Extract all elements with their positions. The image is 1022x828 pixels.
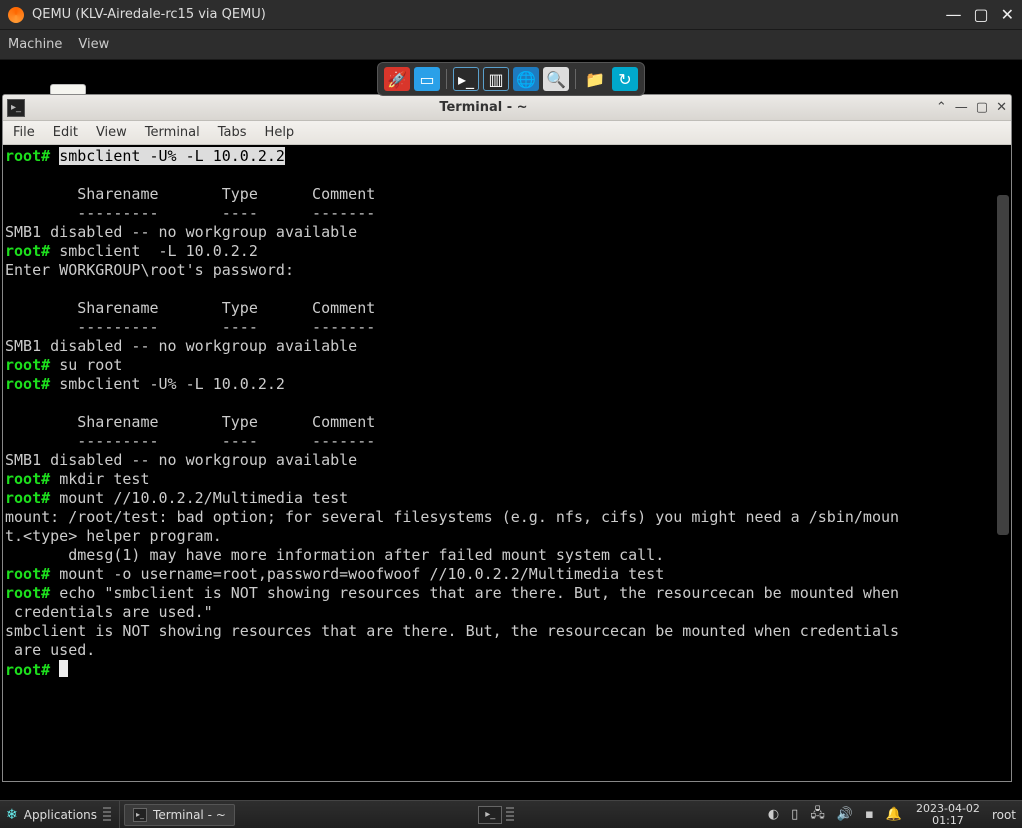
panel-launcher-terminal-icon[interactable]: ▸_ xyxy=(478,806,502,824)
terminal-close-button[interactable]: ✕ xyxy=(996,100,1007,115)
terminal-menu-terminal[interactable]: Terminal xyxy=(145,125,200,140)
system-tray[interactable]: ◐ ▯ 🖧 🔊 ▪ 🔔 xyxy=(760,804,910,826)
dock[interactable]: 🚀 ▭ ▸_ ▥ 🌐 🔍 📁 ↻ xyxy=(377,62,645,96)
terminal-menu-edit[interactable]: Edit xyxy=(53,125,78,140)
dock-network-icon[interactable]: 🌐 xyxy=(513,67,539,91)
tray-notifications-icon[interactable]: 🔔 xyxy=(886,807,902,822)
close-button[interactable]: ✕ xyxy=(1001,5,1014,24)
launcher-icon[interactable]: 🚀 xyxy=(384,67,410,91)
minimize-button[interactable]: — xyxy=(945,5,961,24)
qemu-window-title: QEMU (KLV-Airedale-rc15 via QEMU) xyxy=(32,7,945,22)
tray-volume-icon[interactable]: 🔊 xyxy=(837,807,853,822)
tray-battery-icon[interactable]: ▯ xyxy=(791,807,798,822)
terminal-menu-help[interactable]: Help xyxy=(265,125,295,140)
terminal-menu-file[interactable]: File xyxy=(13,125,35,140)
tray-cpu-icon[interactable]: ▪ xyxy=(865,807,874,822)
panel-date: 2023-04-02 xyxy=(916,803,980,815)
dock-panel-icon[interactable]: ▥ xyxy=(483,67,509,91)
terminal-menu-view[interactable]: View xyxy=(96,125,127,140)
dock-terminal-icon[interactable]: ▸_ xyxy=(453,67,479,91)
panel-user-label[interactable]: root xyxy=(986,808,1022,822)
terminal-menu-tabs[interactable]: Tabs xyxy=(218,125,247,140)
applications-menu-label: Applications xyxy=(24,808,97,822)
menu-machine[interactable]: Machine xyxy=(8,37,62,52)
task-terminal-label: Terminal - ~ xyxy=(153,808,226,822)
terminal-window-title: Terminal - ~ xyxy=(31,100,936,115)
panel-time: 01:17 xyxy=(916,815,980,827)
terminal-maximize-button[interactable]: ▢ xyxy=(976,100,988,115)
tray-network-icon[interactable]: 🖧 xyxy=(810,804,825,826)
task-terminal-icon: ▸_ xyxy=(133,808,147,822)
qemu-logo-icon xyxy=(8,7,24,23)
menu-view[interactable]: View xyxy=(78,37,109,52)
terminal-output[interactable]: root# smbclient -U% -L 10.0.2.2 Sharenam… xyxy=(3,145,1011,781)
dock-session-icon[interactable]: ↻ xyxy=(612,67,638,91)
dock-files-icon[interactable]: 📁 xyxy=(582,67,608,91)
terminal-minimize-button[interactable]: — xyxy=(955,100,968,115)
panel-grip-icon xyxy=(103,807,111,823)
panel-grip-icon xyxy=(506,807,514,823)
terminal-app-icon: ▸_ xyxy=(7,99,25,117)
terminal-scrollbar[interactable] xyxy=(997,195,1009,773)
terminal-window[interactable]: ▸_ Terminal - ~ ⌃ — ▢ ✕ File Edit View T… xyxy=(2,94,1012,782)
applications-menu-button[interactable]: ❄ Applications xyxy=(0,801,120,828)
taskbar[interactable]: ❄ Applications ▸_ Terminal - ~ ▸_ ◐ ▯ 🖧 … xyxy=(0,800,1022,828)
panel-clock[interactable]: 2023-04-02 01:17 xyxy=(910,803,986,827)
applications-menu-icon: ❄ xyxy=(6,807,18,823)
terminal-cursor xyxy=(59,660,68,677)
maximize-button[interactable]: ▢ xyxy=(973,5,988,24)
dock-search-icon[interactable]: 🔍 xyxy=(543,67,569,91)
panel-center-launchers[interactable]: ▸_ xyxy=(478,806,516,824)
taskbar-task-terminal[interactable]: ▸_ Terminal - ~ xyxy=(124,804,235,826)
tray-disk-icon[interactable]: ◐ xyxy=(768,807,779,822)
terminal-rollup-button[interactable]: ⌃ xyxy=(936,100,947,115)
show-desktop-icon[interactable]: ▭ xyxy=(414,67,440,91)
